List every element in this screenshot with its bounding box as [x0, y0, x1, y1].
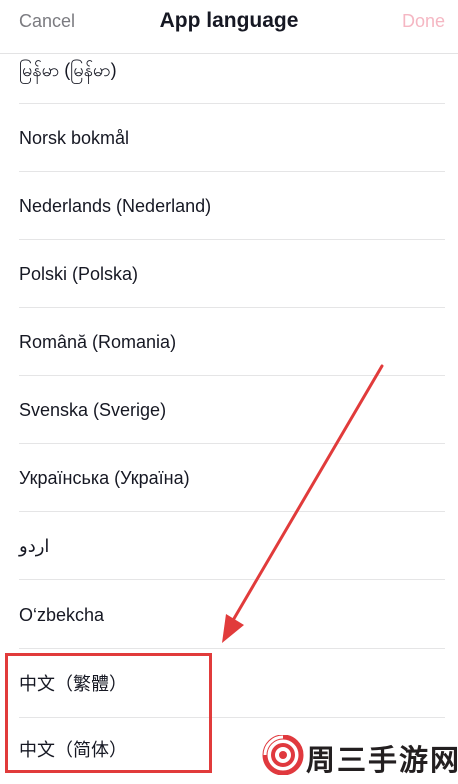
annotation-arrow-icon: [222, 364, 384, 643]
watermark: 周三手游网: [262, 735, 458, 777]
swirl-logo-icon: [262, 735, 304, 775]
watermark-text: 周三手游网: [306, 743, 458, 777]
